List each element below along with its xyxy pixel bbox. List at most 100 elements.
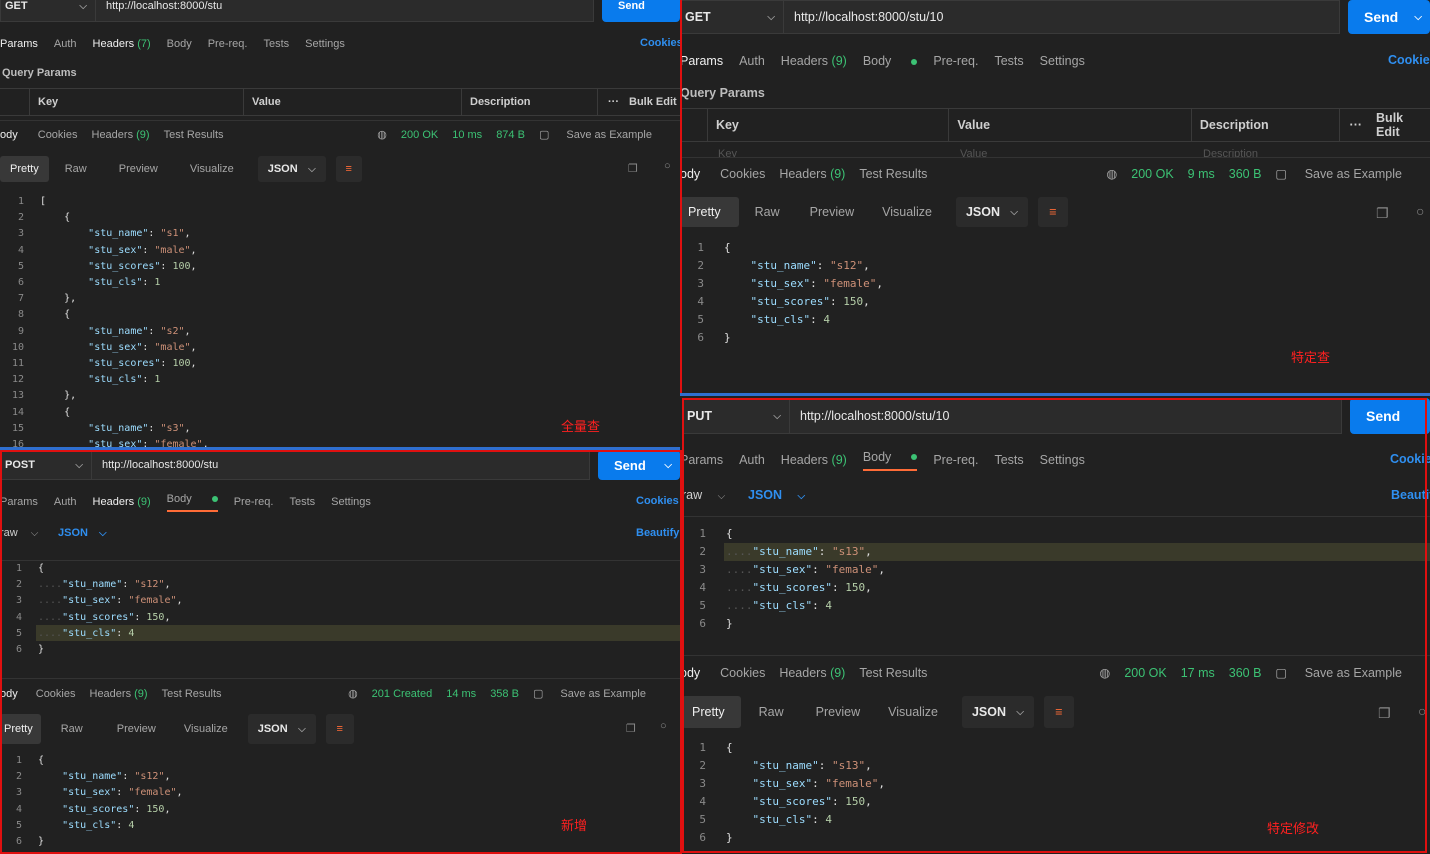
format-select[interactable]: JSON ⌵ — [955, 197, 1028, 227]
cookies-link[interactable]: Cookies — [636, 495, 679, 507]
tab-prereq[interactable]: Pre-req. — [933, 453, 978, 467]
res-tab-body[interactable]: ody — [680, 666, 700, 680]
body-format-select[interactable]: JSON ⌵ — [58, 527, 107, 539]
url-input[interactable]: http://localhost:8000/stu — [92, 450, 590, 480]
res-tab-cookies[interactable]: Cookies — [720, 167, 765, 181]
view-tab-visualize[interactable]: Visualize — [174, 156, 250, 182]
res-tab-headers[interactable]: Headers (9) — [779, 666, 845, 680]
tab-auth[interactable]: Auth — [54, 496, 77, 508]
wrap-lines-icon[interactable]: ≡ — [1037, 197, 1068, 227]
save-as-example-button[interactable]: ▢ Save as Example — [1275, 166, 1416, 181]
view-tab-visualize[interactable]: Visualize — [874, 696, 952, 728]
save-as-example-button[interactable]: ▢ Save as Example — [539, 128, 666, 141]
res-tab-body[interactable]: ody — [0, 129, 18, 141]
tab-tests[interactable]: Tests — [994, 54, 1023, 68]
search-icon[interactable]: ○ — [1418, 703, 1426, 719]
tab-settings[interactable]: Settings — [1040, 54, 1085, 68]
request-body-editor[interactable]: {...."stu_name": "s13", ...."stu_sex": "f… — [726, 525, 885, 633]
copy-icon[interactable]: ❐ — [626, 722, 636, 735]
tab-prereq[interactable]: Pre-req. — [208, 38, 248, 50]
bulk-edit-button[interactable]: ··· Bulk Edit — [1340, 109, 1430, 141]
view-tab-pretty[interactable]: Pretty — [680, 197, 739, 227]
url-input[interactable]: http://localhost:8000/stu — [96, 0, 594, 22]
res-tab-headers[interactable]: Headers (9) — [90, 688, 148, 700]
view-tab-pretty[interactable]: Pretty — [682, 696, 741, 728]
tab-params[interactable]: Params — [680, 54, 723, 68]
format-select[interactable]: JSON ⌵ — [247, 714, 316, 744]
cookies-link[interactable]: Cookie — [1388, 53, 1430, 67]
tab-headers[interactable]: Headers (9) — [93, 496, 151, 508]
tab-headers[interactable]: Headers (9) — [781, 54, 847, 68]
send-button[interactable]: Send — [1350, 398, 1430, 434]
res-tab-body[interactable]: ody — [0, 688, 18, 700]
url-input[interactable]: http://localhost:8000/stu/10 — [784, 0, 1340, 34]
save-as-example-button[interactable]: ▢ Save as Example — [533, 687, 660, 700]
view-tab-preview[interactable]: Preview — [802, 696, 874, 728]
body-format-select[interactable]: JSON ⌵ — [748, 488, 805, 502]
view-tab-preview[interactable]: Preview — [103, 714, 170, 744]
method-select[interactable]: GET ⌵ — [680, 0, 784, 34]
body-type-select[interactable]: raw ⌵ — [682, 488, 725, 502]
view-tab-raw[interactable]: Raw — [741, 696, 802, 728]
view-tab-pretty[interactable]: Pretty — [0, 714, 41, 744]
tab-headers[interactable]: Headers (9) — [781, 453, 847, 467]
view-tab-visualize[interactable]: Visualize — [170, 714, 242, 744]
tab-auth[interactable]: Auth — [739, 54, 765, 68]
format-select[interactable]: JSON ⌵ — [961, 696, 1034, 728]
tab-settings[interactable]: Settings — [331, 496, 371, 508]
wrap-lines-icon[interactable]: ≡ — [335, 156, 362, 182]
method-select[interactable]: PUT ⌵ — [682, 398, 790, 434]
wrap-lines-icon[interactable]: ≡ — [1043, 696, 1074, 728]
request-body-editor[interactable]: {...."stu_name": "s12", ...."stu_sex": "f… — [38, 561, 183, 658]
tab-auth[interactable]: Auth — [739, 453, 765, 467]
res-tab-body[interactable]: ody — [680, 167, 700, 181]
copy-icon[interactable]: ❐ — [1378, 705, 1391, 722]
method-select[interactable]: POST ⌵ — [0, 450, 92, 480]
res-tab-cookies[interactable]: Cookies — [36, 688, 76, 700]
res-tab-test-results[interactable]: Test Results — [859, 666, 927, 680]
res-tab-cookies[interactable]: Cookies — [720, 666, 765, 680]
beautify-link[interactable]: Beautify — [636, 527, 679, 539]
tab-tests[interactable]: Tests — [289, 496, 315, 508]
method-select[interactable]: GET ⌵ — [0, 0, 96, 22]
view-tab-preview[interactable]: Preview — [796, 197, 868, 227]
send-button[interactable]: Send — [602, 0, 680, 22]
tab-prereq[interactable]: Pre-req. — [933, 54, 978, 68]
tab-tests[interactable]: Tests — [994, 453, 1023, 467]
tab-body[interactable]: Body — [863, 54, 918, 68]
tab-params[interactable]: Params — [0, 496, 38, 508]
send-button[interactable]: Send ⌵ — [1348, 0, 1430, 34]
tab-params[interactable]: Params — [0, 38, 38, 50]
tab-settings[interactable]: Settings — [305, 38, 345, 50]
cookies-link[interactable]: Cookies — [640, 37, 680, 49]
body-type-select[interactable]: raw ⌵ — [0, 527, 38, 539]
wrap-lines-icon[interactable]: ≡ — [325, 714, 354, 744]
tab-tests[interactable]: Tests — [263, 38, 289, 50]
res-tab-headers[interactable]: Headers (9) — [779, 167, 845, 181]
view-tab-raw[interactable]: Raw — [41, 714, 103, 744]
res-tab-test-results[interactable]: Test Results — [859, 167, 927, 181]
tab-auth[interactable]: Auth — [54, 38, 77, 50]
view-tab-pretty[interactable]: Pretty — [0, 156, 49, 182]
url-input[interactable]: http://localhost:8000/stu/10 — [790, 398, 1342, 434]
res-tab-test-results[interactable]: Test Results — [162, 688, 222, 700]
view-tab-raw[interactable]: Raw — [739, 197, 796, 227]
save-as-example-button[interactable]: ▢ Save as Example — [1275, 665, 1416, 680]
cookies-link[interactable]: Cookie — [1390, 452, 1430, 466]
tab-params[interactable]: Params — [680, 453, 723, 467]
copy-icon[interactable]: ❐ — [628, 162, 638, 175]
copy-icon[interactable]: ❐ — [1376, 205, 1389, 222]
tab-headers[interactable]: Headers (7) — [93, 38, 151, 50]
view-tab-preview[interactable]: Preview — [103, 156, 174, 182]
tab-body[interactable]: Body — [166, 493, 218, 512]
view-tab-visualize[interactable]: Visualize — [868, 197, 946, 227]
view-tab-raw[interactable]: Raw — [49, 156, 103, 182]
search-icon[interactable]: ○ — [664, 160, 671, 172]
send-button[interactable]: Send ⌵ — [598, 450, 680, 480]
search-icon[interactable]: ○ — [1416, 203, 1424, 219]
search-icon[interactable]: ○ — [660, 720, 667, 732]
tab-body[interactable]: Body — [862, 450, 918, 471]
res-tab-cookies[interactable]: Cookies — [38, 129, 78, 141]
tab-prereq[interactable]: Pre-req. — [234, 496, 274, 508]
bulk-edit-button[interactable]: ··· Bulk Edit — [598, 89, 677, 115]
